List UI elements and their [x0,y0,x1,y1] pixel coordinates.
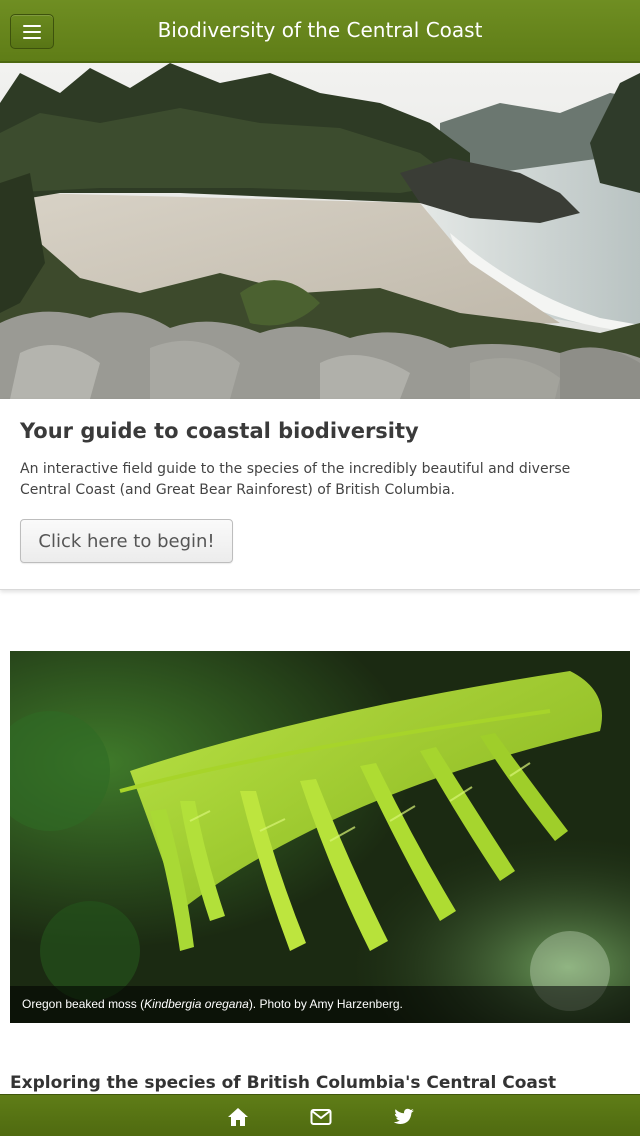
home-icon[interactable] [227,1107,249,1127]
intro-description: An interactive field guide to the specie… [20,461,571,498]
begin-button[interactable]: Click here to begin! [20,519,233,563]
top-navbar: Biodiversity of the Central Coast [0,0,640,63]
photo-caption: Oregon beaked moss (Kindbergia oregana).… [10,986,630,1023]
section-heading: Exploring the species of British Columbi… [10,1073,557,1093]
caption-suffix: ). Photo by Amy Harzenberg. [248,997,403,1011]
caption-prefix: Oregon beaked moss ( [22,997,145,1011]
intro-heading: Your guide to coastal biodiversity [20,419,419,443]
caption-species: Kindbergia oregana [144,997,249,1011]
intro-card: Your guide to coastal biodiversity An in… [0,399,640,590]
bottom-navbar [0,1094,640,1136]
envelope-icon[interactable] [310,1107,332,1127]
app-title: Biodiversity of the Central Coast [157,18,483,42]
twitter-icon[interactable] [393,1107,415,1127]
moss-photo: Oregon beaked moss (Kindbergia oregana).… [10,651,630,1023]
hero-beach-image [0,63,640,399]
